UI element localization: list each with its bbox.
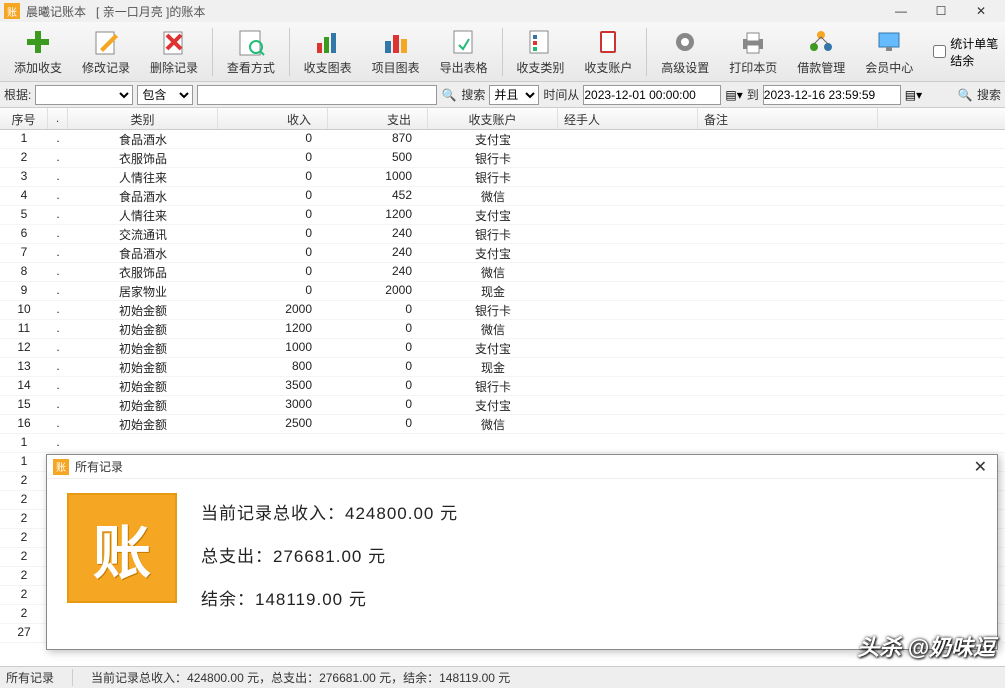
- account-button[interactable]: 收支账户: [576, 24, 640, 80]
- chart-project-button[interactable]: 项目图表: [364, 24, 428, 80]
- status-summary: 当前记录总收入：424800.00 元，总支出：276681.00 元，结余：1…: [91, 669, 510, 686]
- chart-income-button[interactable]: 收支图表: [296, 24, 360, 80]
- time-from-label: 时间从: [543, 86, 579, 103]
- list-check-icon: [525, 27, 555, 57]
- table-row[interactable]: 8.衣服饰品0240微信: [0, 263, 1005, 282]
- view-button[interactable]: 查看方式: [219, 24, 283, 80]
- minimize-button[interactable]: ―: [881, 1, 921, 21]
- calendar-icon[interactable]: ▤▾: [905, 88, 922, 102]
- member-button[interactable]: 会员中心: [857, 24, 921, 80]
- bar-chart-icon: [313, 27, 343, 57]
- close-button[interactable]: ✕: [961, 1, 1001, 21]
- watermark: 头杀 @奶味逗: [857, 630, 995, 662]
- col-account[interactable]: 收支账户: [428, 108, 558, 129]
- stat-checkbox[interactable]: 统计单笔结余: [933, 35, 1001, 69]
- table-row[interactable]: 13.初始金额8000现金: [0, 358, 1005, 377]
- table-row[interactable]: 10.初始金额20000银行卡: [0, 301, 1005, 320]
- calendar-icon[interactable]: ▤▾: [725, 88, 742, 102]
- table-row[interactable]: 1.食品酒水0870支付宝: [0, 130, 1005, 149]
- summary-income: 当前记录总收入：424800.00 元: [201, 499, 458, 524]
- table-row[interactable]: 12.初始金额10000支付宝: [0, 339, 1005, 358]
- tree-icon: [806, 27, 836, 57]
- summary-big-icon: 账: [67, 493, 177, 603]
- maximize-button[interactable]: ☐: [921, 1, 961, 21]
- export-icon: [449, 27, 479, 57]
- stat-checkbox-input[interactable]: [933, 45, 946, 58]
- dialog-title: 所有记录: [75, 458, 123, 475]
- app-icon: 账: [4, 3, 20, 19]
- loan-button[interactable]: 借款管理: [789, 24, 853, 80]
- search-label[interactable]: 搜索: [461, 86, 485, 103]
- edit-button[interactable]: 修改记录: [74, 24, 138, 80]
- toolbar: 添加收支 修改记录 删除记录 查看方式 收支图表 项目图表 导出表格 收支类别 …: [0, 22, 1005, 82]
- table-row[interactable]: 16.初始金额25000微信: [0, 415, 1005, 434]
- category-button[interactable]: 收支类别: [508, 24, 572, 80]
- table-row[interactable]: 14.初始金额35000银行卡: [0, 377, 1005, 396]
- col-note[interactable]: 备注: [698, 108, 878, 129]
- basis-label: 根据:: [4, 86, 31, 103]
- bar-chart-3d-icon: [381, 27, 411, 57]
- monitor-icon: [874, 27, 904, 57]
- dialog-icon: 账: [53, 459, 69, 475]
- basis-select[interactable]: [35, 85, 133, 105]
- table-row[interactable]: 11.初始金额12000微信: [0, 320, 1005, 339]
- table-row[interactable]: 4.食品酒水0452微信: [0, 187, 1005, 206]
- delete-button[interactable]: 删除记录: [142, 24, 206, 80]
- table-row[interactable]: 1.: [0, 434, 1005, 453]
- table-row[interactable]: 15.初始金额30000支付宝: [0, 396, 1005, 415]
- gear-icon: [670, 27, 700, 57]
- search-input[interactable]: [197, 85, 437, 105]
- status-all-records: 所有记录: [6, 669, 73, 686]
- add-button[interactable]: 添加收支: [6, 24, 70, 80]
- book-icon: [593, 27, 623, 57]
- table-header: 序号 . 类别 收入 支出 收支账户 经手人 备注: [0, 108, 1005, 130]
- col-expense[interactable]: 支出: [328, 108, 428, 129]
- dialog-close-button[interactable]: ✕: [970, 457, 991, 477]
- window-title: 晨曦记账本 [ 亲一口月亮 ]的账本: [26, 3, 205, 20]
- edit-icon: [91, 27, 121, 57]
- to-label: 到: [747, 86, 759, 103]
- statusbar: 所有记录 当前记录总收入：424800.00 元，总支出：276681.00 元…: [0, 666, 1005, 688]
- view-icon: [236, 27, 266, 57]
- dialog-titlebar: 账 所有记录 ✕: [47, 455, 997, 479]
- delete-icon: [159, 27, 189, 57]
- col-dot[interactable]: .: [48, 108, 68, 129]
- print-button[interactable]: 打印本页: [721, 24, 785, 80]
- add-icon: [23, 27, 53, 57]
- date-to-input[interactable]: [763, 85, 901, 105]
- logic-select[interactable]: 并且: [489, 85, 539, 105]
- summary-balance: 结余：148119.00 元: [201, 585, 458, 610]
- search-icon[interactable]: 🔍: [441, 87, 457, 103]
- settings-button[interactable]: 高级设置: [653, 24, 717, 80]
- date-from-input[interactable]: [583, 85, 721, 105]
- table-row[interactable]: 9.居家物业02000现金: [0, 282, 1005, 301]
- col-handler[interactable]: 经手人: [558, 108, 698, 129]
- col-seq[interactable]: 序号: [0, 108, 48, 129]
- table-row[interactable]: 2.衣服饰品0500银行卡: [0, 149, 1005, 168]
- match-select[interactable]: 包含: [137, 85, 193, 105]
- table-row[interactable]: 5.人情往来01200支付宝: [0, 206, 1005, 225]
- table-row[interactable]: 3.人情往来01000银行卡: [0, 168, 1005, 187]
- printer-icon: [738, 27, 768, 57]
- table-row[interactable]: 6.交流通讯0240银行卡: [0, 225, 1005, 244]
- export-button[interactable]: 导出表格: [432, 24, 496, 80]
- search-icon[interactable]: 🔍: [957, 87, 973, 103]
- col-category[interactable]: 类别: [68, 108, 218, 129]
- summary-expense: 总支出：276681.00 元: [201, 542, 458, 567]
- filter-bar: 根据: 包含 🔍 搜索 并且 时间从 ▤▾ 到 ▤▾ 🔍 搜索: [0, 82, 1005, 108]
- col-income[interactable]: 收入: [218, 108, 328, 129]
- table-row[interactable]: 7.食品酒水0240支付宝: [0, 244, 1005, 263]
- summary-dialog: 账 所有记录 ✕ 账 当前记录总收入：424800.00 元 总支出：27668…: [46, 454, 998, 650]
- titlebar: 账 晨曦记账本 [ 亲一口月亮 ]的账本 ― ☐ ✕: [0, 0, 1005, 22]
- search-button[interactable]: 搜索: [977, 86, 1001, 103]
